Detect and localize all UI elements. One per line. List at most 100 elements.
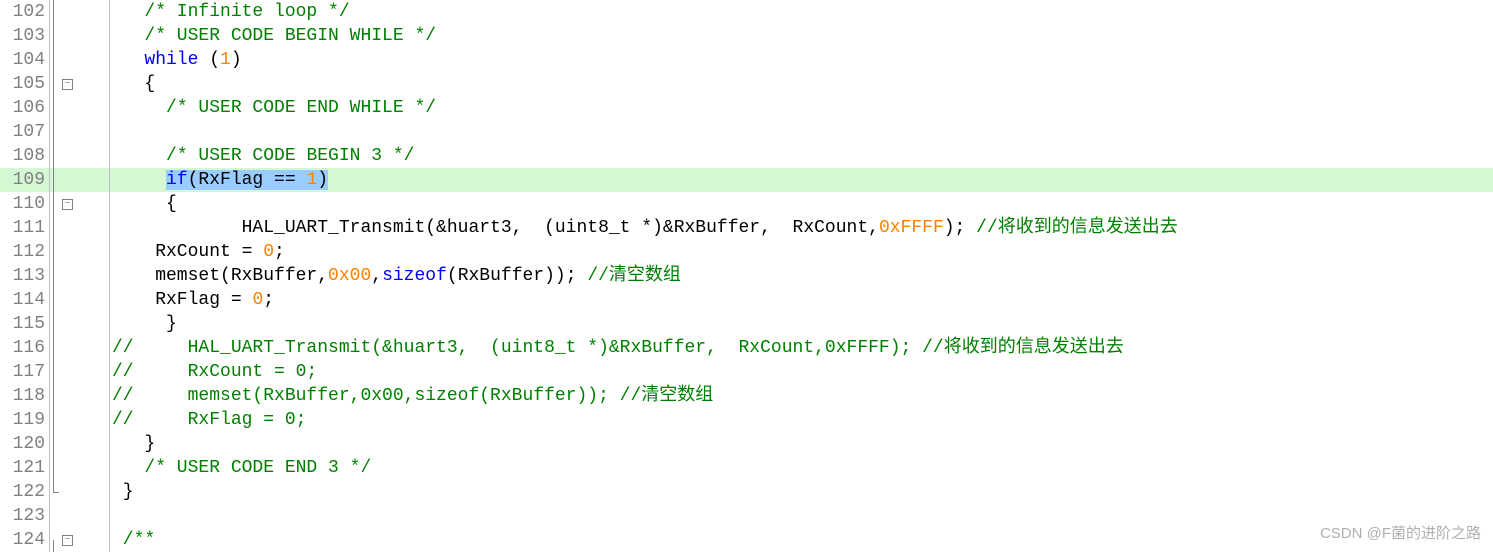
code-content[interactable]: /* USER CODE END WHILE */ bbox=[110, 96, 1493, 120]
code-line[interactable]: 116// HAL_UART_Transmit(&huart3, (uint8_… bbox=[0, 336, 1493, 360]
line-number: 121 bbox=[0, 456, 50, 480]
code-content[interactable]: { bbox=[110, 72, 1493, 96]
fold-gutter[interactable]: − bbox=[50, 528, 110, 552]
token-comment: /* USER CODE BEGIN 3 */ bbox=[166, 146, 414, 166]
token-plain bbox=[112, 170, 166, 190]
fold-gutter[interactable] bbox=[50, 288, 110, 312]
code-line[interactable]: 113 memset(RxBuffer,0x00,sizeof(RxBuffer… bbox=[0, 264, 1493, 288]
token-plain: (RxFlag == bbox=[188, 170, 307, 190]
token-plain bbox=[112, 458, 144, 478]
code-editor[interactable]: 102 /* Infinite loop */103 /* USER CODE … bbox=[0, 0, 1493, 551]
line-number: 118 bbox=[0, 384, 50, 408]
token-plain: RxCount = bbox=[112, 242, 263, 262]
code-line[interactable]: 108 /* USER CODE BEGIN 3 */ bbox=[0, 144, 1493, 168]
line-number: 103 bbox=[0, 24, 50, 48]
code-line[interactable]: 117// RxCount = 0; bbox=[0, 360, 1493, 384]
token-comment: /* USER CODE END 3 */ bbox=[144, 458, 371, 478]
token-plain: HAL_UART_Transmit(&huart3, (uint8_t *)&R… bbox=[112, 218, 879, 238]
code-content[interactable]: // memset(RxBuffer,0x00,sizeof(RxBuffer)… bbox=[110, 384, 1493, 408]
fold-gutter[interactable] bbox=[50, 96, 110, 120]
fold-minus-icon[interactable]: − bbox=[62, 199, 73, 210]
code-line[interactable]: 121 /* USER CODE END 3 */ bbox=[0, 456, 1493, 480]
fold-minus-icon[interactable]: − bbox=[62, 79, 73, 90]
code-line[interactable]: 124− /** bbox=[0, 528, 1493, 552]
fold-gutter[interactable] bbox=[50, 264, 110, 288]
code-content[interactable]: } bbox=[110, 480, 1493, 504]
fold-gutter[interactable] bbox=[50, 336, 110, 360]
code-line[interactable]: 114 RxFlag = 0; bbox=[0, 288, 1493, 312]
token-plain: RxFlag = bbox=[112, 290, 252, 310]
token-plain bbox=[112, 98, 166, 118]
code-content[interactable]: /* USER CODE END 3 */ bbox=[110, 456, 1493, 480]
fold-gutter[interactable] bbox=[50, 480, 110, 504]
code-line[interactable]: 102 /* Infinite loop */ bbox=[0, 0, 1493, 24]
code-content[interactable]: // RxFlag = 0; bbox=[110, 408, 1493, 432]
code-line[interactable]: 123 bbox=[0, 504, 1493, 528]
code-line[interactable]: 119// RxFlag = 0; bbox=[0, 408, 1493, 432]
fold-gutter[interactable] bbox=[50, 504, 110, 528]
code-line[interactable]: 107 bbox=[0, 120, 1493, 144]
code-content[interactable]: /** bbox=[110, 528, 1493, 552]
code-content[interactable]: RxFlag = 0; bbox=[110, 288, 1493, 312]
code-content[interactable]: // RxCount = 0; bbox=[110, 360, 1493, 384]
code-content[interactable]: { bbox=[110, 192, 1493, 216]
token-plain: ; bbox=[274, 242, 285, 262]
fold-gutter[interactable] bbox=[50, 48, 110, 72]
token-keyword: sizeof bbox=[382, 266, 447, 286]
token-plain: } bbox=[112, 314, 177, 334]
code-content[interactable]: // HAL_UART_Transmit(&huart3, (uint8_t *… bbox=[110, 336, 1493, 360]
code-line[interactable]: 111 HAL_UART_Transmit(&huart3, (uint8_t … bbox=[0, 216, 1493, 240]
fold-gutter[interactable] bbox=[50, 120, 110, 144]
fold-gutter[interactable]: − bbox=[50, 72, 110, 96]
token-number: 1 bbox=[306, 170, 317, 190]
code-line[interactable]: 118 // memset(RxBuffer,0x00,sizeof(RxBuff… bbox=[0, 384, 1493, 408]
code-content[interactable]: HAL_UART_Transmit(&huart3, (uint8_t *)&R… bbox=[110, 216, 1493, 240]
token-comment: /* USER CODE BEGIN WHILE */ bbox=[144, 26, 436, 46]
fold-gutter[interactable] bbox=[50, 24, 110, 48]
fold-gutter[interactable] bbox=[50, 216, 110, 240]
code-line[interactable]: 110− { bbox=[0, 192, 1493, 216]
code-content[interactable]: while (1) bbox=[110, 48, 1493, 72]
code-line[interactable]: 109 if(RxFlag == 1) bbox=[0, 168, 1493, 192]
code-line[interactable]: 106 /* USER CODE END WHILE */ bbox=[0, 96, 1493, 120]
line-number: 106 bbox=[0, 96, 50, 120]
code-line[interactable]: 103 /* USER CODE BEGIN WHILE */ bbox=[0, 24, 1493, 48]
token-number: 1 bbox=[220, 50, 231, 70]
code-content[interactable]: if(RxFlag == 1) bbox=[110, 168, 1493, 192]
fold-gutter[interactable] bbox=[50, 312, 110, 336]
code-content[interactable]: /* USER CODE BEGIN WHILE */ bbox=[110, 24, 1493, 48]
fold-gutter[interactable] bbox=[50, 144, 110, 168]
fold-gutter[interactable]: − bbox=[50, 192, 110, 216]
code-content[interactable]: RxCount = 0; bbox=[110, 240, 1493, 264]
line-number: 107 bbox=[0, 120, 50, 144]
code-line[interactable]: 112 RxCount = 0; bbox=[0, 240, 1493, 264]
code-content[interactable] bbox=[110, 504, 1493, 528]
fold-gutter[interactable] bbox=[50, 168, 110, 192]
code-line[interactable]: 115 } bbox=[0, 312, 1493, 336]
fold-gutter[interactable] bbox=[50, 408, 110, 432]
fold-gutter[interactable] bbox=[50, 432, 110, 456]
line-number: 102 bbox=[0, 0, 50, 24]
code-line[interactable]: 104 while (1) bbox=[0, 48, 1493, 72]
code-content[interactable]: } bbox=[110, 432, 1493, 456]
token-plain bbox=[112, 146, 166, 166]
line-number: 108 bbox=[0, 144, 50, 168]
fold-minus-icon[interactable]: − bbox=[62, 535, 73, 546]
token-comment: /* Infinite loop */ bbox=[144, 2, 349, 22]
token-comment: // RxFlag = 0; bbox=[112, 410, 306, 430]
fold-gutter[interactable] bbox=[50, 384, 110, 408]
code-line[interactable]: 105− { bbox=[0, 72, 1493, 96]
fold-gutter[interactable] bbox=[50, 0, 110, 24]
code-content[interactable]: memset(RxBuffer,0x00,sizeof(RxBuffer)); … bbox=[110, 264, 1493, 288]
line-number: 120 bbox=[0, 432, 50, 456]
line-number: 112 bbox=[0, 240, 50, 264]
fold-gutter[interactable] bbox=[50, 456, 110, 480]
code-line[interactable]: 122 } bbox=[0, 480, 1493, 504]
code-content[interactable]: /* Infinite loop */ bbox=[110, 0, 1493, 24]
code-content[interactable]: /* USER CODE BEGIN 3 */ bbox=[110, 144, 1493, 168]
fold-gutter[interactable] bbox=[50, 360, 110, 384]
fold-gutter[interactable] bbox=[50, 240, 110, 264]
code-content[interactable] bbox=[110, 120, 1493, 144]
code-content[interactable]: } bbox=[110, 312, 1493, 336]
code-line[interactable]: 120 } bbox=[0, 432, 1493, 456]
